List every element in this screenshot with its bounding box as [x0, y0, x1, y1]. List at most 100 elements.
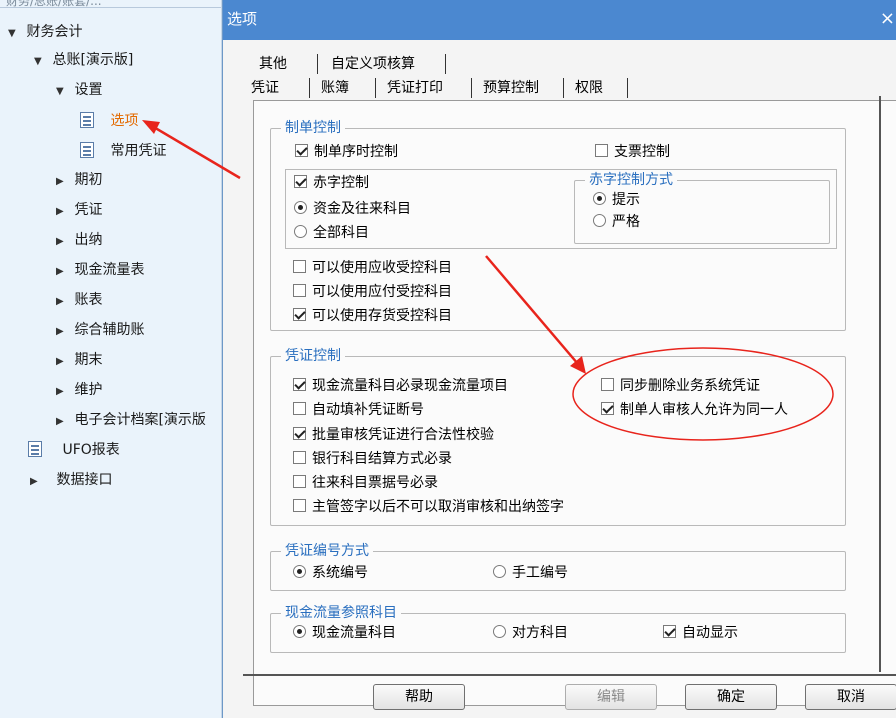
checkbox-xianjinliuliang[interactable]: 现金流量科目必录现金流量项目 — [293, 375, 508, 397]
close-icon[interactable]: × — [880, 0, 895, 38]
radio-selected-icon — [293, 565, 306, 578]
checkbox-yingshou[interactable]: 可以使用应收受控科目 — [293, 257, 452, 279]
option-label: 可以使用应收受控科目 — [312, 260, 452, 276]
edit-button[interactable]: 编辑 — [565, 684, 657, 710]
checkbox-yingfu[interactable]: 可以使用应付受控科目 — [293, 281, 452, 303]
checkbox-zhuguan[interactable]: 主管签字以后不可以取消审核和出纳签字 — [293, 496, 564, 518]
tree-node-qichu[interactable]: ▶ 期初 — [56, 168, 102, 192]
tree-node-caiwukuaiji[interactable]: ▼ 财务会计 — [8, 20, 82, 44]
radio-tishi[interactable]: 提示 — [593, 189, 640, 211]
option-label: 往来科目票据号必录 — [312, 475, 438, 491]
tree-node-label: 常用凭证 — [110, 143, 167, 159]
radio-unselected-icon — [493, 625, 506, 638]
chevron-right-icon: ▶ — [56, 296, 64, 307]
document-icon — [80, 112, 94, 128]
option-label: 系统编号 — [312, 565, 368, 581]
checkbox-tongyiren[interactable]: 制单人审核人允许为同一人 — [601, 399, 788, 421]
tab-separator — [471, 78, 472, 98]
tree-node-label: 电子会计档案[演示版 — [74, 412, 206, 428]
help-button[interactable]: 帮助 — [373, 684, 465, 710]
group-chizi-mode: 赤字控制方式 提示 严格 — [574, 171, 830, 244]
tree-node-ufobaobiao[interactable]: UFO报表 — [28, 438, 120, 462]
tree-node-zongzhang[interactable]: ▼ 总账[演示版] — [34, 48, 133, 72]
radio-xitongbianhao[interactable]: 系统编号 — [293, 562, 368, 584]
group-title: 赤字控制方式 — [585, 171, 677, 189]
chevron-right-icon: ▶ — [56, 386, 64, 397]
tree-node-zhangbiao[interactable]: ▶ 账表 — [56, 288, 102, 312]
checkbox-zhidan-xushi[interactable]: 制单序时控制 — [295, 141, 398, 163]
option-label: 批量审核凭证进行合法性校验 — [312, 427, 494, 443]
checkbox-zidongtianbu[interactable]: 自动填补凭证断号 — [293, 399, 424, 421]
tree-node-xianjinliuliangbiao[interactable]: ▶ 现金流量表 — [56, 258, 144, 282]
dialog-client: 其他 自定义项核算 凭证 账簿 凭证打印 预算控制 权限 制单控制 制单序时控制… — [223, 40, 896, 718]
checkbox-checked-icon — [663, 625, 676, 638]
tree-node-shezhi[interactable]: ▼ 设置 — [56, 78, 102, 102]
radio-quanbu[interactable]: 全部科目 — [294, 222, 369, 244]
radio-yange[interactable]: 严格 — [593, 211, 640, 233]
cancel-button[interactable]: 取消 — [805, 684, 896, 710]
tree-node-label: 现金流量表 — [74, 262, 145, 278]
tree-node-zonghefuzhuzhang[interactable]: ▶ 综合辅助账 — [56, 318, 144, 342]
checkbox-chizi[interactable]: 赤字控制 — [294, 172, 369, 194]
chevron-right-icon: ▶ — [56, 416, 64, 427]
tree-node-pingzheng[interactable]: ▶ 凭证 — [56, 198, 102, 222]
tab-zidingyixiang[interactable]: 自定义项核算 — [323, 52, 423, 76]
tab-zhangbu[interactable]: 账簿 — [313, 76, 357, 100]
radio-unselected-icon — [493, 565, 506, 578]
chevron-right-icon: ▶ — [56, 176, 64, 187]
tree-node-xuanxiang[interactable]: 选项 — [80, 109, 138, 133]
checkbox-checked-icon — [601, 402, 614, 415]
tree-node-shujujiekou[interactable]: ▶ 数据接口 — [30, 468, 112, 492]
tree-node-label: 期末 — [74, 352, 103, 368]
chevron-right-icon: ▶ — [56, 206, 64, 217]
option-label: 支票控制 — [614, 144, 670, 160]
tab-quanxian[interactable]: 权限 — [567, 76, 611, 100]
group-bianhao: 凭证编号方式 系统编号 手工编号 — [270, 542, 846, 591]
option-label: 同步删除业务系统凭证 — [620, 378, 760, 394]
option-label: 制单人审核人允许为同一人 — [620, 402, 788, 418]
option-label: 自动显示 — [682, 625, 738, 641]
radio-selected-icon — [293, 625, 306, 638]
radio-xianjinliuliangkemu[interactable]: 现金流量科目 — [293, 622, 396, 644]
chevron-down-icon: ▼ — [8, 28, 16, 39]
tab-pingzheng[interactable]: 凭证 — [243, 76, 287, 100]
checkbox-unchecked-icon — [293, 402, 306, 415]
tree-node-dianzidangan[interactable]: ▶ 电子会计档案[演示版 — [56, 408, 206, 432]
chevron-right-icon: ▶ — [56, 236, 64, 247]
option-label: 可以使用应付受控科目 — [312, 284, 452, 300]
chevron-down-icon: ▼ — [56, 86, 64, 97]
group-title: 制单控制 — [281, 119, 345, 137]
tree-node-weihu[interactable]: ▶ 维护 — [56, 378, 102, 402]
checkbox-unchecked-icon — [293, 284, 306, 297]
group-title: 现金流量参照科目 — [281, 604, 401, 622]
ok-button[interactable]: 确定 — [685, 684, 777, 710]
tab-yusuankongzhi[interactable]: 预算控制 — [475, 76, 547, 100]
checkbox-checked-icon — [293, 378, 306, 391]
chevron-right-icon: ▶ — [56, 326, 64, 337]
radio-unselected-icon — [593, 214, 606, 227]
tab-pingzhengdayin[interactable]: 凭证打印 — [379, 76, 451, 100]
option-label: 主管签字以后不可以取消审核和出纳签字 — [312, 499, 564, 515]
tab-qita[interactable]: 其他 — [251, 52, 295, 76]
checkbox-unchecked-icon — [293, 260, 306, 273]
checkbox-cunhuo[interactable]: 可以使用存货受控科目 — [293, 305, 452, 327]
dialog-titlebar: 选项 × — [223, 0, 896, 40]
radio-unselected-icon — [294, 225, 307, 238]
tree-node-qimo[interactable]: ▶ 期末 — [56, 348, 102, 372]
checkbox-tongbushanchu[interactable]: 同步删除业务系统凭证 — [601, 375, 760, 397]
checkbox-piliangshenhe[interactable]: 批量审核凭证进行合法性校验 — [293, 424, 494, 446]
checkbox-yinhang[interactable]: 银行科目结算方式必录 — [293, 448, 452, 470]
radio-zijin[interactable]: 资金及往来科目 — [294, 198, 411, 220]
checkbox-checked-icon — [293, 427, 306, 440]
checkbox-zhipiao[interactable]: 支票控制 — [595, 141, 670, 163]
checkbox-zidongxianshi[interactable]: 自动显示 — [663, 622, 738, 644]
radio-shougongbianhao[interactable]: 手工编号 — [493, 562, 568, 584]
tab-separator — [309, 78, 310, 98]
tree-node-changyongpingzheng[interactable]: 常用凭证 — [80, 139, 166, 163]
checkbox-unchecked-icon — [601, 378, 614, 391]
option-label: 资金及往来科目 — [313, 201, 411, 217]
radio-duifangkemu[interactable]: 对方科目 — [493, 622, 568, 644]
checkbox-wanglai[interactable]: 往来科目票据号必录 — [293, 472, 438, 494]
tab-separator — [627, 78, 628, 98]
tree-node-chuna[interactable]: ▶ 出纳 — [56, 228, 102, 252]
